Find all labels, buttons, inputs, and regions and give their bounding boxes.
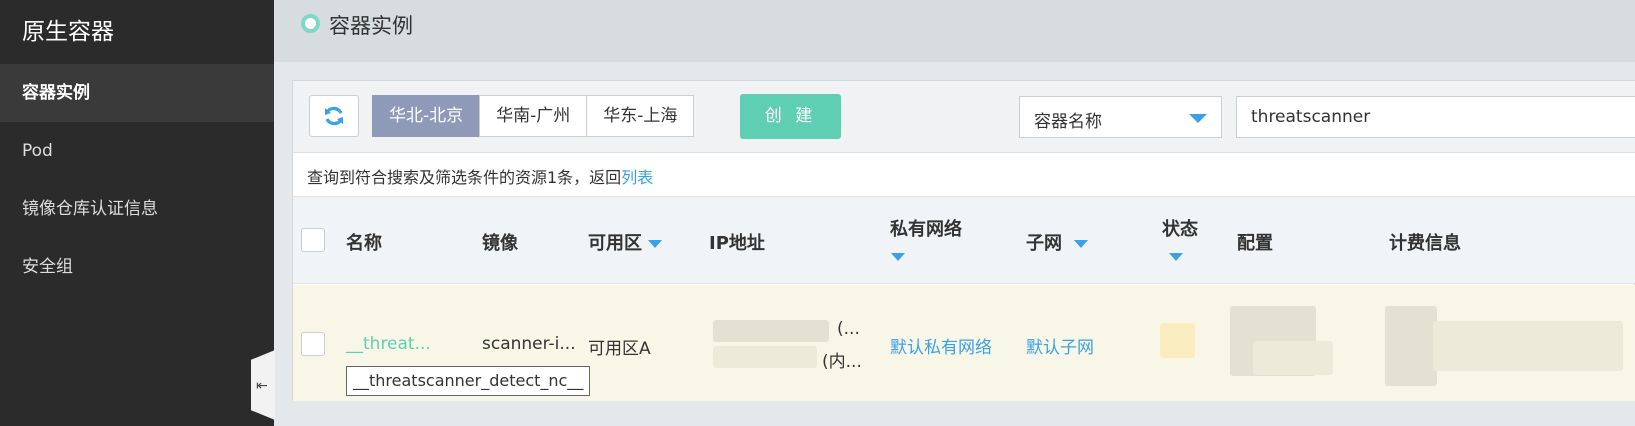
vpc-filter-icon[interactable]: [891, 253, 905, 261]
subnet-filter-icon: [1074, 240, 1088, 248]
refresh-icon: [325, 106, 343, 126]
filter-field-select[interactable]: 容器名称: [1019, 96, 1222, 138]
chevron-down-icon: [1189, 114, 1207, 123]
column-billing: 计费信息: [1389, 233, 1461, 254]
column-vpc[interactable]: 私有网络: [890, 215, 962, 241]
filter-field-value: 容器名称: [1034, 112, 1102, 132]
column-ip: IP地址: [709, 233, 765, 254]
table-row[interactable]: __threat... __threatscanner_detect_nc__ …: [293, 285, 1635, 401]
sidebar-item-pod[interactable]: Pod: [0, 122, 274, 180]
vpc-link[interactable]: 默认私有网络: [890, 333, 992, 358]
brand-title: 原生容器: [22, 19, 114, 45]
status-filter-icon[interactable]: [1169, 253, 1183, 261]
table-header: 名称 镜像 可用区 IP地址 私有网络 子网 状态 配置 计费信息: [293, 197, 1635, 284]
instance-panel: 华北-北京 华南-广州 华东-上海 创 建 容器名称 查询到符合搜索及筛选条件的…: [292, 80, 1635, 401]
create-button[interactable]: 创 建: [740, 94, 841, 139]
instance-name-link[interactable]: __threat...: [346, 334, 431, 354]
subnet-link[interactable]: 默认子网: [1026, 333, 1094, 358]
column-status: 状态: [1162, 219, 1198, 240]
region-tab-beijing[interactable]: 华北-北京: [372, 95, 481, 137]
sidebar-item-container-instance[interactable]: 容器实例: [0, 64, 274, 122]
billing-redacted: [1385, 306, 1437, 386]
toolbar: 华北-北京 华南-广州 华东-上海 创 建 容器名称: [293, 81, 1635, 153]
row-checkbox[interactable]: [301, 332, 325, 356]
result-text: 查询到符合搜索及筛选条件的资源1条，返回: [307, 168, 622, 187]
instance-image: scanner-i...: [482, 334, 576, 354]
ip-redacted-public: [713, 320, 829, 342]
title-ring-icon: [301, 14, 320, 33]
zone-filter-icon: [648, 240, 662, 248]
instance-name-tooltip: __threatscanner_detect_nc__: [346, 366, 591, 396]
ip-redacted-internal: [713, 346, 817, 368]
refresh-button[interactable]: [309, 95, 359, 137]
sidebar-item-security-group[interactable]: 安全组: [0, 238, 274, 296]
select-all-checkbox[interactable]: [301, 228, 325, 252]
sidebar-item-registry-auth[interactable]: 镜像仓库认证信息: [0, 180, 274, 238]
region-tab-shanghai[interactable]: 华东-上海: [586, 95, 695, 137]
column-subnet[interactable]: 子网: [1026, 229, 1088, 255]
instance-zone: 可用区A: [588, 339, 651, 359]
column-config: 配置: [1237, 233, 1273, 254]
page-header: 容器实例: [274, 0, 1635, 62]
region-tabs: 华北-北京 华南-广州 华东-上海: [372, 95, 695, 137]
column-name: 名称: [346, 233, 382, 254]
status-redacted: [1160, 323, 1195, 358]
config-redacted-2: [1253, 341, 1333, 375]
region-tab-guangzhou[interactable]: 华南-广州: [479, 95, 588, 137]
column-image: 镜像: [482, 233, 518, 254]
collapse-left-icon: ⇤: [256, 378, 268, 394]
page-title: 容器实例: [329, 14, 413, 38]
column-zone[interactable]: 可用区: [588, 229, 662, 255]
sidebar-collapse-button[interactable]: ⇤: [251, 350, 275, 420]
search-input[interactable]: [1236, 96, 1635, 138]
ip-public-suffix: (...: [837, 319, 860, 339]
ip-internal-suffix: (内...: [822, 352, 862, 372]
billing-redacted-2: [1433, 321, 1623, 371]
sidebar: 原生容器 容器实例 Pod 镜像仓库认证信息 安全组: [0, 0, 274, 426]
back-to-list-link[interactable]: 列表: [621, 168, 653, 187]
result-summary: 查询到符合搜索及筛选条件的资源1条，返回列表: [293, 153, 1635, 197]
